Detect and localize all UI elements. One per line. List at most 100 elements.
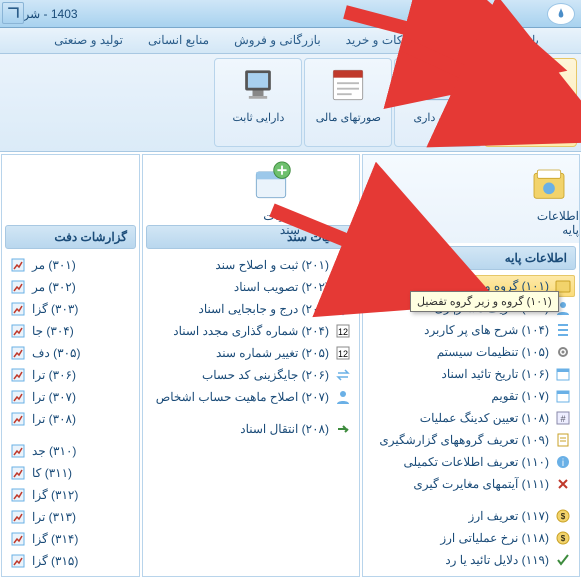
- list-item[interactable]: (۳۰۴) جا: [6, 320, 135, 342]
- diff-icon: [555, 476, 571, 492]
- r-icon: [10, 553, 26, 569]
- r-icon: [10, 443, 26, 459]
- tab-1[interactable]: مالی: [433, 29, 483, 53]
- app-logo[interactable]: [547, 3, 575, 25]
- tooltip: (۱۰۱) گروه و زیر گروه تفضیل: [410, 291, 559, 312]
- list-item[interactable]: (۲۰۷) اصلاح ماهیت حساب اشخاص: [147, 386, 355, 408]
- ribbon-0[interactable]: حسابداری مالی: [484, 58, 577, 147]
- number-icon: 12: [335, 345, 351, 361]
- svg-text:$: $: [561, 534, 566, 543]
- calendar-icon: [555, 388, 571, 404]
- list-item[interactable]: (۳۱۵) گزا: [6, 550, 135, 572]
- list-item[interactable]: (۲۰۳) درج و جابجایی اسناد: [147, 298, 355, 320]
- list-item[interactable]: 12(۲۰۴) شماره گذاری مجدد اسناد: [147, 320, 355, 342]
- list-item[interactable]: (۳۰۶) ترا: [6, 364, 135, 386]
- r-icon: [10, 367, 26, 383]
- workspace: اطلاعات پایه عملیات سند اطلاعات پایه (۱۰…: [0, 152, 581, 579]
- ribbon-icon: [236, 63, 280, 107]
- r-icon: [10, 487, 26, 503]
- bigicon-doc-ops[interactable]: عملیات سند: [243, 161, 300, 237]
- money-icon: $: [555, 508, 571, 524]
- money-icon: $: [555, 530, 571, 546]
- tab-0[interactable]: باتیـز من: [483, 28, 551, 53]
- list-item[interactable]: (۳۱۶) گزا: [6, 572, 135, 576]
- list-item[interactable]: (۲۰۸) انتقال اسناد: [147, 418, 355, 440]
- tab-4[interactable]: منابع انسانی: [135, 28, 221, 53]
- user-icon: [335, 389, 351, 405]
- report-icon: [555, 432, 571, 448]
- ribbon-1[interactable]: خزانه داری: [394, 58, 482, 147]
- r-icon: [10, 465, 26, 481]
- list-item[interactable]: (۱۱۹) دلایل تائید یا رد: [367, 549, 575, 571]
- ribbon: حسابداری مالیخزانه داریصورتهای مالیدارای…: [0, 54, 581, 152]
- svg-text:$: $: [561, 512, 566, 521]
- list-item[interactable]: (۳۱۴) گزا: [6, 528, 135, 550]
- panel-header-right: اطلاعات پایه: [366, 246, 576, 270]
- list-item[interactable]: $(۱۱۸) نرخ عملیاتی ارز: [367, 527, 575, 549]
- ribbon-2[interactable]: صورتهای مالی: [304, 58, 392, 147]
- list-item[interactable]: (۳۰۸) ترا: [6, 408, 135, 430]
- info-icon: i: [555, 454, 571, 470]
- svg-text:12: 12: [338, 327, 348, 337]
- svg-text:i: i: [562, 458, 564, 469]
- ribbon-tabs: باتیـز منمالیتدارکات و خریدبازرگانی و فر…: [0, 28, 581, 54]
- list-base-info: (۱۰۱) گروه و زیر گروه تفضیل(۱۰۲) تعریف م…: [363, 273, 579, 576]
- r-icon: [10, 411, 26, 427]
- list-icon: [555, 322, 571, 338]
- list-item[interactable]: (۱۱۱) آیتمهای مغایرت گیری: [367, 473, 575, 495]
- check-icon: [555, 552, 571, 568]
- number-icon: 12: [335, 323, 351, 339]
- tab-2[interactable]: تدارکات و خرید: [333, 28, 434, 53]
- tab-3[interactable]: بازرگانی و فروش: [221, 28, 333, 53]
- list-item[interactable]: (۳۰۳) گزا: [6, 298, 135, 320]
- move-icon: [335, 301, 351, 317]
- list-item[interactable]: (۱۰۴) شرح های پر کاربرد: [367, 319, 575, 341]
- svg-text:#: #: [560, 414, 565, 424]
- list-item[interactable]: (۳۱۰) جد: [6, 440, 135, 462]
- list-item[interactable]: (۲۰۶) جایگزینی کد حساب: [147, 364, 355, 386]
- list-item[interactable]: (۱۰۵) تنظیمات سیستم: [367, 341, 575, 363]
- r-icon: [10, 531, 26, 547]
- list-doc-ops: (۲۰۱) ثبت و اصلاح سند(۲۰۲) تصویب اسناد(۲…: [143, 252, 359, 576]
- list-item[interactable]: (۱۰۶) تاریخ تائید اسناد: [367, 363, 575, 385]
- r-icon: [10, 301, 26, 317]
- ribbon-icon: [416, 63, 460, 107]
- panel-base-info: اطلاعات پایه عملیات سند اطلاعات پایه (۱۰…: [362, 154, 580, 577]
- list-item[interactable]: (۳۰۲) مر: [6, 276, 135, 298]
- list-item[interactable]: (۳۱۱) کا: [6, 462, 135, 484]
- r-icon: [10, 279, 26, 295]
- swap-icon: [335, 367, 351, 383]
- list-item[interactable]: (۳۰۱) مر: [6, 254, 135, 276]
- list-item[interactable]: (۱۰۹) تعریف گروههای گزارشگیری: [367, 429, 575, 451]
- list-item[interactable]: (۳۱۲) گزا: [6, 484, 135, 506]
- list-item[interactable]: (۳۰۵) دف: [6, 342, 135, 364]
- list-item[interactable]: (۱۰۷) تقویم: [367, 385, 575, 407]
- bigicon-base-info[interactable]: اطلاعات پایه: [520, 165, 579, 237]
- titlebar: 1403 - شرکت: [0, 0, 581, 28]
- ribbon-icon: [326, 63, 370, 107]
- list-item[interactable]: i(۱۱۰) تعریف اطلاعات تکمیلی: [367, 451, 575, 473]
- tab-5[interactable]: تولید و صنعتی: [41, 28, 135, 53]
- ribbon-3[interactable]: دارایی ثابت: [214, 58, 302, 147]
- edit-icon: [335, 257, 351, 273]
- r-icon: [10, 345, 26, 361]
- list-item[interactable]: 12(۲۰۵) تغییر شماره سند: [147, 342, 355, 364]
- list-item[interactable]: $(۱۱۷) تعریف ارز: [367, 505, 575, 527]
- r-icon: [10, 509, 26, 525]
- gear-icon: [555, 344, 571, 360]
- r-icon: [10, 389, 26, 405]
- list-item[interactable]: (۲۰۲) تصویب اسناد: [147, 276, 355, 298]
- list-item[interactable]: (۳۱۳) ترا: [6, 506, 135, 528]
- r-icon: [10, 575, 26, 576]
- list-item[interactable]: #(۱۰۸) تعیین کدینگ عملیات: [367, 407, 575, 429]
- list-reports: (۳۰۱) مر(۳۰۲) مر(۳۰۳) گزا(۳۰۴) جا(۳۰۵) د…: [2, 252, 139, 576]
- r-icon: [10, 257, 26, 273]
- approve-icon: [335, 279, 351, 295]
- list-item[interactable]: (۳۰۷) ترا: [6, 386, 135, 408]
- window-corner-icon[interactable]: [2, 2, 24, 24]
- panel-reports: گزارشات دفت (۳۰۱) مر(۳۰۲) مر(۳۰۳) گزا(۳۰…: [1, 154, 140, 577]
- list-item[interactable]: (۲۰۱) ثبت و اصلاح سند: [147, 254, 355, 276]
- ribbon-icon: [509, 63, 553, 107]
- r-icon: [10, 323, 26, 339]
- transfer-icon: [335, 421, 351, 437]
